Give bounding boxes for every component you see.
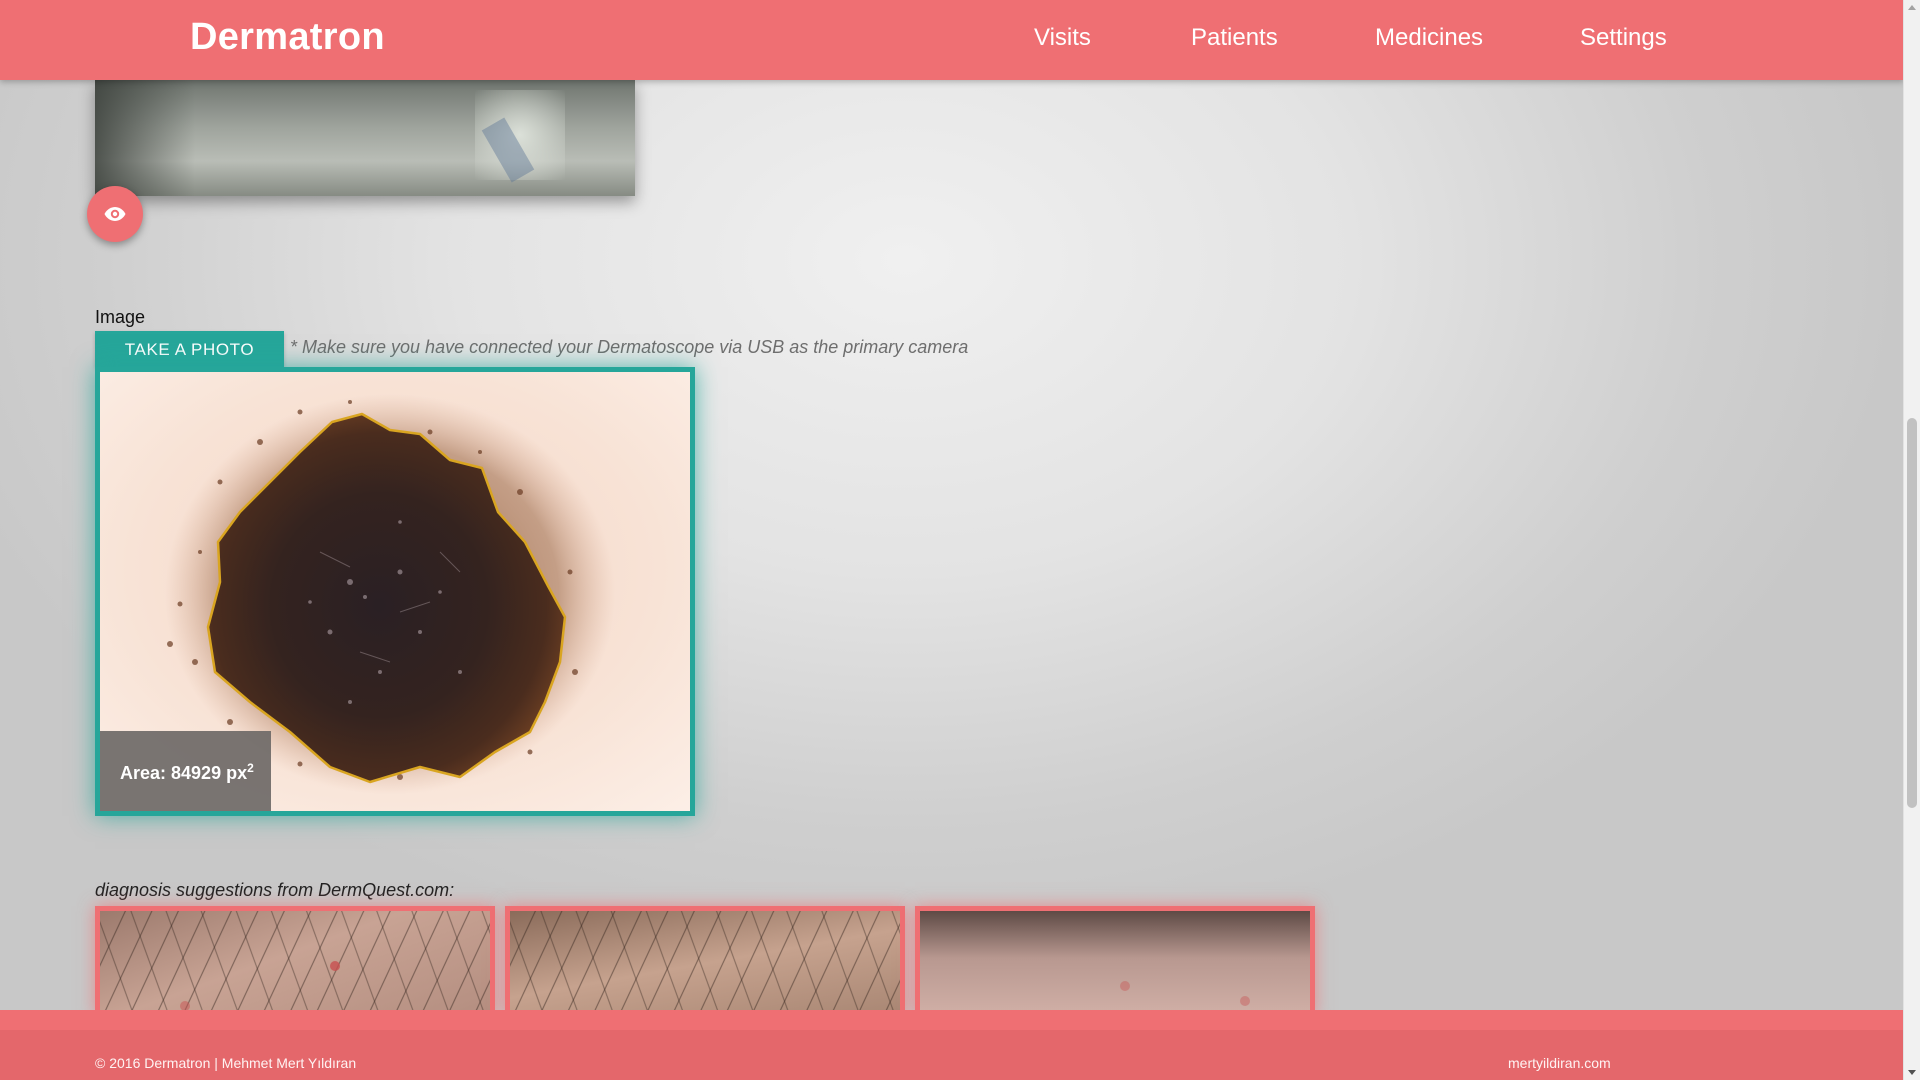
previous-visit-photo (95, 80, 635, 196)
scrollbar-thumb[interactable] (1907, 418, 1917, 808)
diagnosis-suggestion-image[interactable] (95, 906, 495, 1016)
eye-icon (104, 207, 126, 221)
diagnosis-suggestion-image[interactable] (915, 906, 1315, 1016)
nav-item-settings[interactable]: Settings (1580, 24, 1667, 52)
image-section-label: Image (95, 307, 146, 327)
top-navbar: Dermatron Visits Patients Medicines Sett… (0, 0, 1904, 80)
area-value: Area: 84929 px (120, 763, 248, 783)
diagnosis-suggestion-image[interactable] (505, 906, 905, 1016)
nav-item-medicines[interactable]: Medicines (1375, 24, 1483, 52)
brand-logo[interactable]: Dermatron (190, 16, 385, 59)
scroll-up-arrow-icon[interactable] (1908, 5, 1916, 10)
view-photo-button[interactable] (87, 186, 143, 242)
diagnosis-suggestions-label: diagnosis suggestions from DermQuest.com… (95, 880, 455, 900)
take-photo-button[interactable]: TAKE A PHOTO (95, 331, 284, 367)
lesion-area-label: Area: 84929 px2 (100, 731, 271, 811)
footer-copyright: © 2016 Dermatron | Mehmet Mert Yıldıran (95, 1055, 357, 1071)
page-footer: © 2016 Dermatron | Mehmet Mert Yıldıran … (0, 1010, 1904, 1080)
nav-item-visits[interactable]: Visits (1034, 24, 1091, 52)
footer-website-link[interactable]: mertyildiran.com (1508, 1055, 1611, 1071)
nav-item-patients[interactable]: Patients (1191, 24, 1278, 52)
page-scrollbar[interactable] (1903, 0, 1920, 1080)
lesion-image-frame[interactable]: Area: 84929 px2 (95, 367, 695, 816)
scroll-down-arrow-icon[interactable] (1908, 1070, 1916, 1075)
area-exponent: 2 (247, 761, 254, 775)
camera-hint-text: * Make sure you have connected your Derm… (290, 337, 969, 357)
